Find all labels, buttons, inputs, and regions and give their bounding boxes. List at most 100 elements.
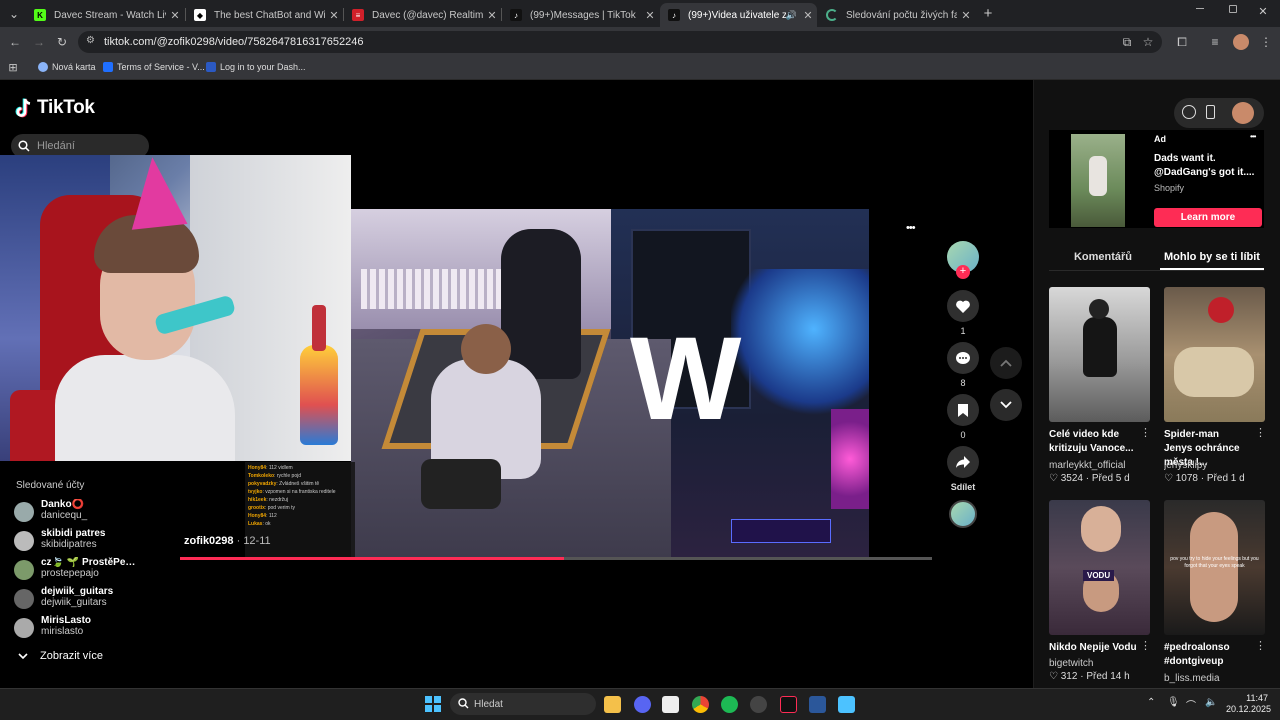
install-app-icon[interactable]: ⧉ <box>1119 34 1135 50</box>
notepad-icon[interactable] <box>662 696 679 713</box>
reload-icon[interactable]: ↻ <box>54 34 70 50</box>
restore-icon[interactable] <box>1229 5 1237 13</box>
word-icon[interactable] <box>809 696 826 713</box>
learn-more-button[interactable]: Learn more <box>1154 208 1262 227</box>
comment-button[interactable] <box>947 342 979 374</box>
system-clock[interactable]: 11:47 20.12.2025 <box>1226 693 1271 715</box>
following-item[interactable]: skibidi patres skibidipatres <box>14 528 141 551</box>
spotify-icon[interactable] <box>721 696 738 713</box>
tab-search-icon[interactable]: ⌄ <box>6 6 22 22</box>
video-author[interactable]: zofik0298 <box>184 535 234 547</box>
suggested-video-author[interactable]: marleykkt_official <box>1049 460 1147 471</box>
ad-thumbnail[interactable] <box>1071 134 1125 227</box>
tray-chevron-up-icon[interactable]: ⌃ <box>1147 697 1155 708</box>
more-options-icon[interactable]: ⋮ <box>1255 639 1266 652</box>
steam-icon[interactable] <box>750 696 767 713</box>
bookmark-terms[interactable]: Terms of Service - V... <box>103 62 205 72</box>
suggested-video-thumbnail[interactable]: pov you try to hide your feelings but yo… <box>1164 500 1265 635</box>
file-explorer-icon[interactable] <box>604 696 621 713</box>
bookmark-new-tab[interactable]: Nová karta <box>38 62 96 72</box>
previous-video-button[interactable] <box>990 347 1022 379</box>
sound-disc-icon[interactable] <box>949 500 977 528</box>
chevron-down-icon <box>1000 401 1012 409</box>
chrome-icon[interactable] <box>692 696 709 713</box>
like-button[interactable] <box>947 290 979 322</box>
microphone-icon[interactable]: 🎙 <box>1167 697 1180 708</box>
new-tab-button[interactable]: + <box>980 6 996 22</box>
suggested-video-thumbnail[interactable] <box>1049 287 1150 422</box>
suggested-video-thumbnail[interactable]: VODU <box>1049 500 1150 635</box>
speaker-icon[interactable]: 🔊 <box>786 10 797 21</box>
suggested-video-stats: ♡ 3524 · Před 5 d <box>1049 473 1130 484</box>
close-icon[interactable]: ✕ <box>166 9 184 22</box>
address-bar[interactable]: ⚙ tiktok.com/@zofik0298/video/7582647816… <box>78 31 1162 53</box>
tab-title: Sledování počtu živých fanouš <box>846 9 957 21</box>
close-icon[interactable]: ✕ <box>325 9 343 22</box>
tab-suggested[interactable]: Mohlo by se ti líbit <box>1160 251 1264 263</box>
back-icon[interactable]: ← <box>7 34 23 50</box>
video-author-line[interactable]: zofik0298 · 12-11 <box>184 535 271 547</box>
suggested-video-title[interactable]: #pedroalonso #dontgiveup <box>1164 641 1254 669</box>
webcam-overlay <box>0 155 351 461</box>
tab-chatbot[interactable]: ◆ The best ChatBot and Widgets ✕ <box>186 3 343 27</box>
tab-kick-stream[interactable]: K Davec Stream - Watch Live on K ✕ <box>26 3 184 27</box>
ad-card[interactable]: Ad ••• Dads want it. @DadGang's got it..… <box>1049 130 1264 228</box>
gaming-chair <box>501 229 581 379</box>
tab-tiktok-videos[interactable]: ♪ (99+)Videa uživatele zofik0 🔊 ✕ <box>660 3 817 27</box>
user-avatar[interactable] <box>1232 102 1254 124</box>
more-options-icon[interactable]: ⋮ <box>1140 639 1151 652</box>
share-button[interactable] <box>947 446 979 478</box>
window-close-icon[interactable]: ✕ <box>1255 4 1271 20</box>
windows-start-icon[interactable] <box>425 696 441 712</box>
close-icon[interactable]: ✕ <box>957 9 975 22</box>
close-icon[interactable]: ✕ <box>483 9 501 22</box>
suggested-video-author[interactable]: jenysklipy <box>1164 460 1262 471</box>
apps-grid-icon[interactable]: ⊞ <box>5 60 21 76</box>
suggested-video-author[interactable]: bigetwitch <box>1049 658 1147 669</box>
tab-live-fans[interactable]: Sledování počtu živých fanouš ✕ <box>818 3 975 27</box>
bookmark-dashboard[interactable]: Log in to your Dash... <box>206 62 306 72</box>
minimize-icon[interactable] <box>1196 8 1204 9</box>
suggested-video-title[interactable]: Celé video kde kritizuju Vanoce... <box>1049 428 1135 456</box>
next-video-button[interactable] <box>990 389 1022 421</box>
show-more-button[interactable]: Zobrazit více <box>18 650 103 662</box>
chat-line: Hony84: 112 <box>248 513 277 519</box>
app-icon[interactable] <box>838 696 855 713</box>
suggested-video-title[interactable]: Nikdo Nepije Vodu <box>1049 641 1144 655</box>
tab-comments[interactable]: Komentářů <box>1049 251 1157 263</box>
site-info-icon[interactable]: ⚙ <box>86 35 95 46</box>
phone-icon[interactable] <box>1206 105 1215 119</box>
discord-icon[interactable] <box>634 696 651 713</box>
video-more-button[interactable]: ••• <box>906 222 916 234</box>
more-options-icon[interactable]: ⋮ <box>1255 426 1266 439</box>
following-item[interactable]: cz🍃 🌱 ProstěPepa... prostepepajo <box>14 557 141 580</box>
close-icon[interactable]: ✕ <box>641 9 659 22</box>
tab-tiktok-messages[interactable]: ♪ (99+)Messages | TikTok ✕ <box>502 3 659 27</box>
account-handle: dejwiik_guitars <box>41 597 107 608</box>
bookmark-star-icon[interactable]: ☆ <box>1140 34 1156 50</box>
following-item[interactable]: Danko⭕ danicequ_ <box>14 499 141 522</box>
compass-icon[interactable] <box>1182 105 1196 119</box>
follow-plus-icon[interactable]: + <box>956 265 970 279</box>
forward-icon[interactable]: → <box>31 34 47 50</box>
following-item[interactable]: MirisLasto mirislasto <box>14 615 141 638</box>
share-arrow-icon <box>956 456 970 468</box>
profile-avatar[interactable] <box>1233 34 1249 50</box>
tiktok-app-icon[interactable] <box>780 696 797 713</box>
following-item[interactable]: dejwiik_guitars dejwiik_guitars <box>14 586 141 609</box>
video-player[interactable] <box>351 209 869 558</box>
more-options-icon[interactable]: ⋮ <box>1140 426 1151 439</box>
suggested-video-author[interactable]: b_liss.media <box>1164 673 1262 684</box>
ad-more-button[interactable]: ••• <box>1250 132 1256 141</box>
close-icon[interactable]: ✕ <box>799 9 817 22</box>
network-icon[interactable]: ⌒ <box>1186 697 1196 712</box>
suggested-video-thumbnail[interactable] <box>1164 287 1265 422</box>
browser-menu-icon[interactable]: ⋮ <box>1258 34 1274 50</box>
taskbar-search[interactable]: Hledat <box>450 693 596 715</box>
volume-icon[interactable]: 🔈 <box>1205 697 1217 708</box>
tiktok-logo[interactable]: TikTok <box>15 97 95 119</box>
reading-list-icon[interactable]: ≡ <box>1207 34 1223 50</box>
tab-kick-realtime[interactable]: ≡ Davec (@davec) Realtime Kick F ✕ <box>344 3 501 27</box>
extensions-icon[interactable]: ⧠ <box>1174 34 1190 50</box>
save-button[interactable] <box>947 394 979 426</box>
